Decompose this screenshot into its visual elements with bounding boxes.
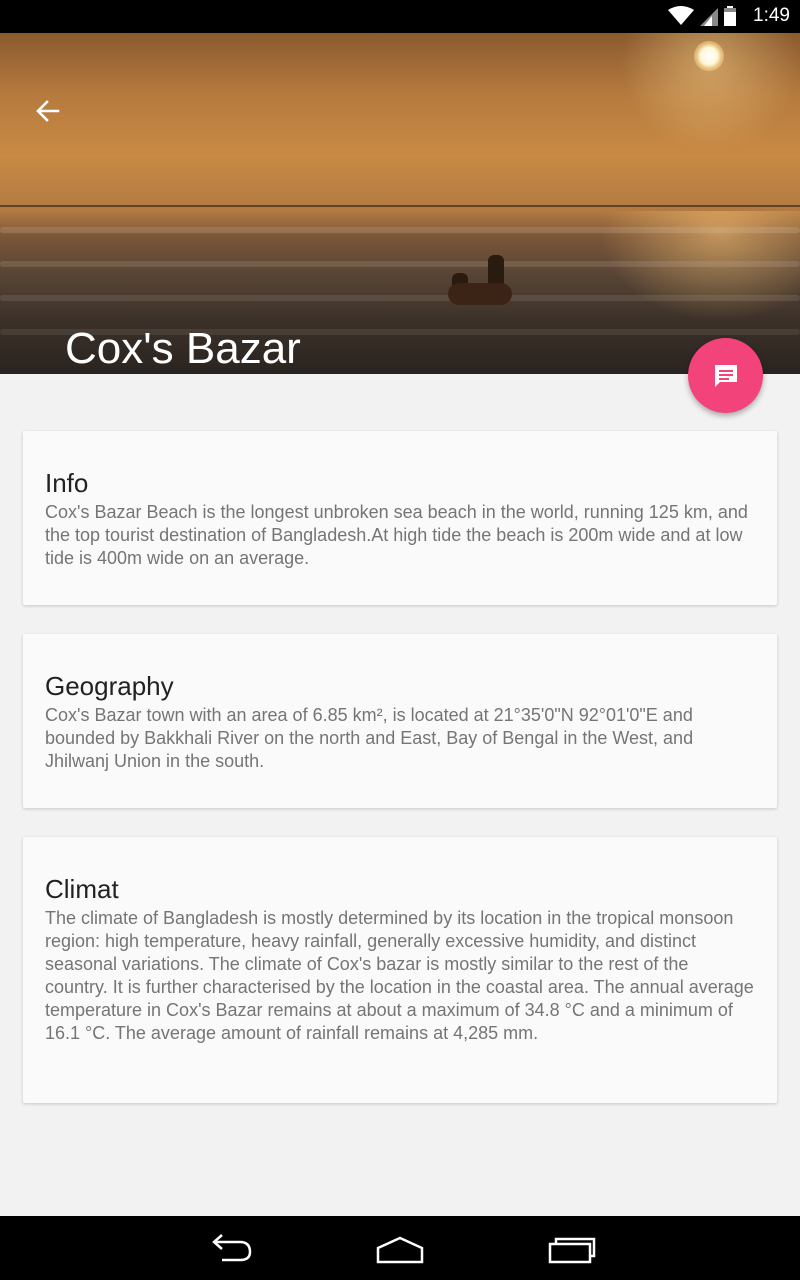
status-time: 1:49 [753,5,790,26]
signal-icon [700,8,718,26]
horizon [0,205,800,207]
sun [694,41,724,71]
recents-nav-icon[interactable] [546,1230,598,1266]
status-bar: 1:49 [0,0,800,33]
back-nav-icon[interactable] [206,1230,254,1266]
wave [0,227,800,233]
card-title: Geography [45,671,174,701]
card-body: Cox's Bazar Beach is the longest unbroke… [45,502,748,568]
wave [0,261,800,267]
card-title: Info [45,468,89,498]
card-title: Climat [45,874,119,904]
wave [0,295,800,301]
battery-icon [724,6,736,26]
info-card: Info Cox's Bazar Beach is the longest un… [23,431,777,605]
navigation-bar [0,1216,800,1280]
boat [448,283,512,305]
card-body: The climate of Bangladesh is mostly dete… [45,908,754,1043]
message-icon [714,364,737,387]
status-icons [668,6,736,26]
geography-card: Geography Cox's Bazar town with an area … [23,634,777,808]
message-fab[interactable] [688,338,763,413]
card-body: Cox's Bazar town with an area of 6.85 km… [45,705,694,771]
wifi-icon [668,6,694,25]
hero-image: Cox's Bazar [0,33,800,374]
home-nav-icon[interactable] [374,1230,426,1266]
arrow-left-icon [36,100,60,122]
back-button[interactable] [28,95,72,127]
climate-card: Climat The climate of Bangladesh is most… [23,837,777,1103]
page-title: Cox's Bazar [65,324,301,373]
